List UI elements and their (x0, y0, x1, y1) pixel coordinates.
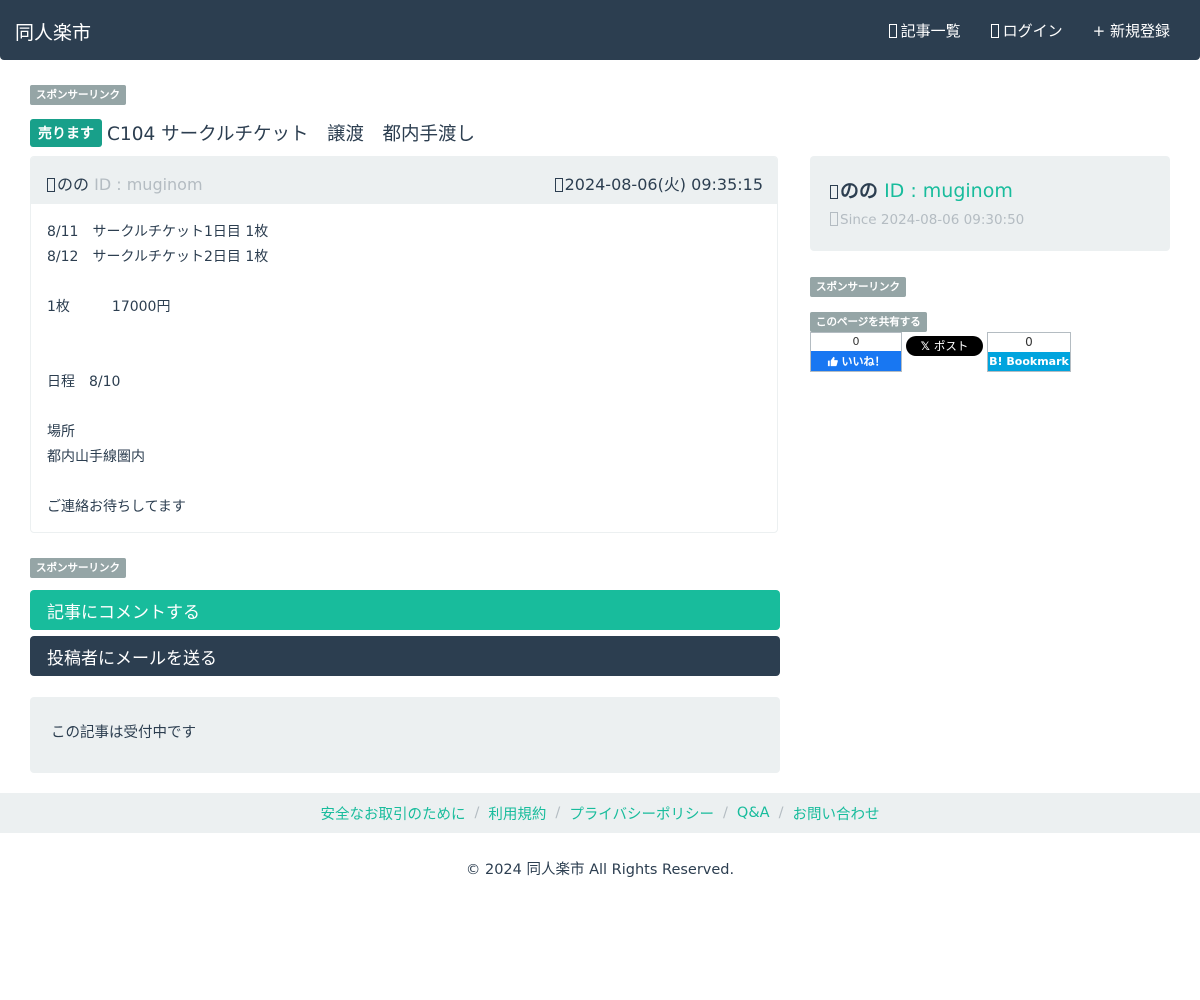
list-icon (888, 23, 897, 38)
footer-separator: / (778, 805, 784, 821)
post-body: 8/11 サークルチケット1日目 1枚 8/12 サークルチケット2日目 1枚 1枚… (31, 204, 777, 532)
post-author: のの ID : muginom (47, 171, 203, 195)
comment-button[interactable]: 記事にコメントする (30, 590, 780, 630)
navbar: 同人楽市 記事一覧 ログイン + 新規登録 (0, 0, 1200, 60)
nav-item-label: 記事一覧 (900, 22, 961, 40)
nav-item-article-list[interactable]: 記事一覧 (888, 20, 961, 41)
send-mail-button[interactable]: 投稿者にメールを送る (30, 636, 780, 676)
footer-link-terms[interactable]: 利用規約 (488, 803, 546, 824)
post-body-line: 都内山手線圏内 (47, 449, 145, 465)
share-label: このページを共有する (810, 312, 927, 332)
hatena-count: 0 (1025, 335, 1033, 349)
profile-since-text: Since 2024-08-06 09:30:50 (840, 212, 1025, 228)
footer-separator: / (474, 805, 480, 821)
post-body-line: ご連絡お待ちしてます (47, 499, 186, 515)
profile-name-text: のの (840, 180, 879, 202)
post-panel: のの ID : muginom 2024-08-06(火) 09:35:15 8… (30, 156, 778, 533)
post-body-line (47, 395, 761, 420)
x-logo-icon: 𝕏 (920, 339, 930, 353)
status-text: この記事は受付中です (51, 725, 196, 741)
sponsor-label: スポンサーリンク (810, 277, 906, 297)
post-body-line: 8/12 サークルチケット2日目 1枚 (47, 249, 269, 265)
hatena-label: B! Bookmark (988, 352, 1070, 371)
footer-link-privacy[interactable]: プライバシーポリシー (569, 803, 714, 824)
user-icon (830, 185, 838, 199)
post-date-text: 2024-08-06(火) 09:35:15 (564, 175, 763, 194)
nav-item-label: ログイン (1002, 22, 1063, 40)
post-body-line: 日程 8/10 (47, 374, 121, 390)
footer-link-safety[interactable]: 安全なお取引のために (321, 803, 466, 824)
post-date: 2024-08-06(火) 09:35:15 (554, 171, 763, 195)
thumbs-up-icon (827, 356, 838, 366)
post-title: 売ります C104 サークルチケット 譲渡 都内手渡し (30, 119, 475, 147)
footer-separator: / (555, 805, 561, 821)
post-body-line: 1枚 17000円 (47, 299, 171, 315)
facebook-like-button[interactable]: 0 いいね！ (810, 332, 902, 372)
profile-name: のの ID : muginom (830, 176, 1013, 203)
clock-icon (554, 178, 563, 192)
brand-logo[interactable]: 同人楽市 (15, 18, 91, 45)
post-body-line: 8/11 サークルチケット1日目 1枚 (47, 224, 269, 240)
post-body-line: 場所 (47, 424, 75, 440)
clock-icon (830, 212, 838, 226)
hatena-bookmark-button[interactable]: 0 B! Bookmark (987, 332, 1071, 372)
sponsor-label: スポンサーリンク (30, 558, 126, 578)
post-header: のの ID : muginom 2024-08-06(火) 09:35:15 (31, 157, 777, 204)
login-icon (990, 23, 999, 38)
x-post-button[interactable]: 𝕏 ポスト (906, 336, 983, 356)
post-body-line (47, 470, 761, 495)
share-buttons: 0 いいね！ 𝕏 ポスト 0 B! Bookmark (810, 332, 1071, 372)
status-box: この記事は受付中です (30, 697, 780, 773)
sponsor-label: スポンサーリンク (30, 85, 126, 105)
nav-menu: 記事一覧 ログイン + 新規登録 (888, 20, 1170, 41)
copyright: © 2024 同人楽市 All Rights Reserved. (465, 862, 735, 878)
footer-links: 安全なお取引のために / 利用規約 / プライバシーポリシー / Q&A / お… (0, 793, 1200, 833)
footer-separator: / (723, 805, 728, 821)
user-icon (47, 178, 55, 192)
x-post-label: ポスト (933, 339, 969, 353)
profile-id-link[interactable]: ID : muginom (884, 180, 1013, 202)
facebook-like-count: 0 (852, 335, 860, 348)
sell-badge: 売ります (30, 119, 102, 147)
author-name[interactable]: のの (57, 175, 89, 194)
footer-link-contact[interactable]: お問い合わせ (792, 803, 879, 824)
post-body-line (47, 345, 761, 370)
footer-link-faq[interactable]: Q&A (737, 805, 770, 821)
post-title-text: C104 サークルチケット 譲渡 都内手渡し (107, 124, 476, 145)
profile-card: のの ID : muginom Since 2024-08-06 09:30:5… (810, 156, 1170, 251)
nav-item-login[interactable]: ログイン (990, 20, 1063, 41)
nav-item-register[interactable]: + 新規登録 (1093, 20, 1170, 41)
nav-item-label: + 新規登録 (1092, 22, 1170, 40)
post-body-line (47, 320, 761, 345)
post-body-line (47, 270, 761, 295)
profile-since: Since 2024-08-06 09:30:50 (830, 212, 1024, 228)
author-id: ID : muginom (94, 175, 203, 194)
facebook-like-label: いいね！ (841, 355, 886, 368)
